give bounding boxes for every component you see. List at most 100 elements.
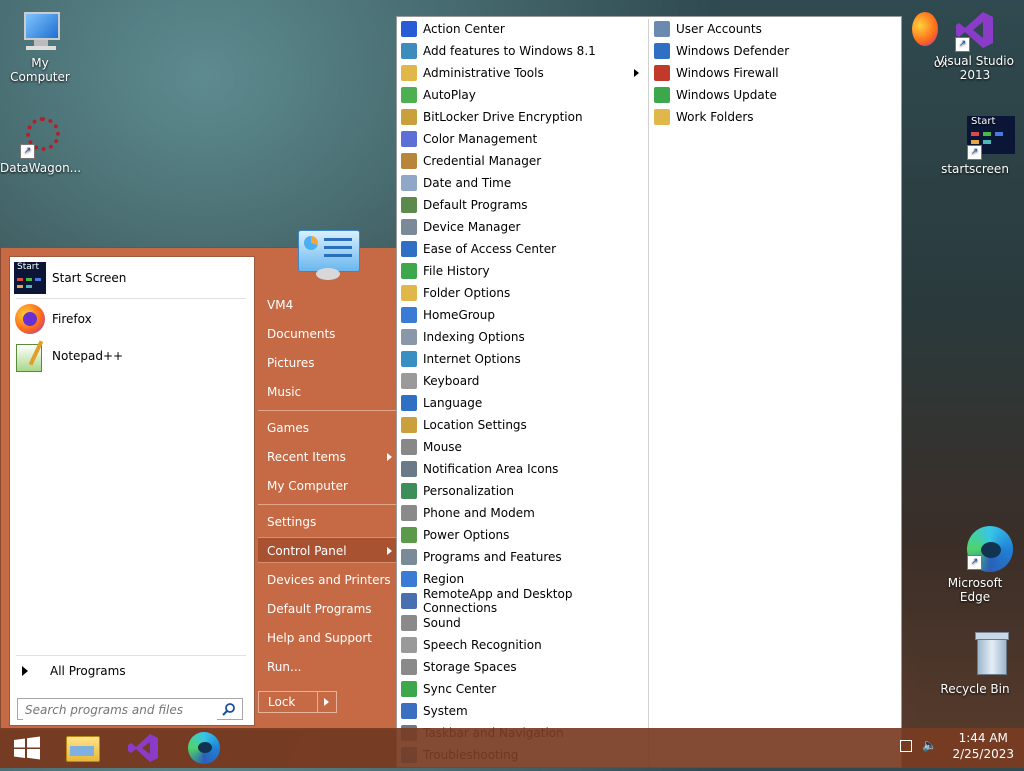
start-item-run[interactable]: Run... [258, 654, 398, 680]
start-item-games[interactable]: Games [258, 415, 398, 441]
cp-item-add-features-to-windows-8-1[interactable]: Add features to Windows 8.1 [401, 40, 645, 62]
taskbar-file-explorer[interactable] [54, 728, 110, 768]
cp-item-homegroup[interactable]: HomeGroup [401, 304, 645, 326]
windows-update-icon [654, 87, 670, 103]
cp-item-user-accounts[interactable]: User Accounts [654, 18, 894, 40]
cp-item-color-management[interactable]: Color Management [401, 128, 645, 150]
cp-item-remoteapp-and-desktop-connections[interactable]: RemoteApp and Desktop Connections [401, 587, 645, 615]
visual-studio-icon: ↗ [953, 8, 997, 52]
pinned-notepadpp[interactable]: Notepad++ [14, 339, 250, 373]
cp-item-sound[interactable]: Sound [401, 612, 645, 634]
network-icon[interactable] [900, 740, 912, 752]
cp-item-internet-options[interactable]: Internet Options [401, 348, 645, 370]
lock-button[interactable]: Lock [258, 691, 318, 713]
taskbar-visual-studio[interactable] [114, 728, 170, 768]
cp-item-system[interactable]: System [401, 700, 645, 722]
start-item-devices-printers[interactable]: Devices and Printers [258, 567, 398, 593]
start-item-pictures[interactable]: Pictures [258, 350, 398, 376]
search-icon[interactable] [222, 702, 236, 716]
cp-item-date-and-time[interactable]: Date and Time [401, 172, 645, 194]
cp-item-phone-and-modem[interactable]: Phone and Modem [401, 502, 645, 524]
start-menu: Start Start Screen Firefox Notepad++ All… [0, 230, 398, 730]
start-item-my-computer[interactable]: My Computer [258, 473, 398, 499]
programs-and-features-icon [401, 549, 417, 565]
cp-item-label: Language [423, 396, 483, 410]
folder-options-icon [401, 285, 417, 301]
desktop-icon-startscreen[interactable]: Start ↗ startscreen [935, 116, 1015, 176]
cp-item-label: Power Options [423, 528, 510, 542]
startscreen-icon: Start ↗ [953, 116, 1015, 160]
cp-item-action-center[interactable]: Action Center [401, 18, 645, 40]
cp-item-windows-defender[interactable]: Windows Defender [654, 40, 894, 62]
start-item-control-panel[interactable]: Control Panel [258, 537, 398, 563]
cp-item-keyboard[interactable]: Keyboard [401, 370, 645, 392]
start-item-default-programs[interactable]: Default Programs [258, 596, 398, 622]
clock[interactable]: 1:44 AM 2/25/2023 [952, 730, 1014, 762]
language-icon [401, 395, 417, 411]
desktop-icon-datawagon[interactable]: ↗ DataWagon... [0, 115, 81, 175]
clock-date: 2/25/2023 [952, 747, 1014, 761]
cp-item-administrative-tools[interactable]: Administrative Tools [401, 62, 645, 84]
windows-defender-icon [654, 43, 670, 59]
chevron-right-icon [324, 698, 329, 706]
cp-item-personalization[interactable]: Personalization [401, 480, 645, 502]
internet-options-icon [401, 351, 417, 367]
system-icon [401, 703, 417, 719]
cp-item-bitlocker-drive-encryption[interactable]: BitLocker Drive Encryption [401, 106, 645, 128]
cp-item-mouse[interactable]: Mouse [401, 436, 645, 458]
volume-icon[interactable]: 🔈 [922, 738, 937, 752]
shortcut-arrow-icon: ↗ [955, 37, 970, 52]
cp-item-label: Sync Center [423, 682, 497, 696]
cp-item-file-history[interactable]: File History [401, 260, 645, 282]
cp-item-language[interactable]: Language [401, 392, 645, 414]
start-item-help-support[interactable]: Help and Support [258, 625, 398, 651]
cp-item-power-options[interactable]: Power Options [401, 524, 645, 546]
start-button[interactable] [0, 728, 56, 768]
cp-item-windows-update[interactable]: Windows Update [654, 84, 894, 106]
cp-item-ease-of-access-center[interactable]: Ease of Access Center [401, 238, 645, 260]
power-options-icon [401, 527, 417, 543]
control-panel-submenu: Action Center Add features to Windows 8.1… [396, 16, 902, 768]
search-box[interactable] [17, 698, 243, 720]
autoplay-icon [401, 87, 417, 103]
cp-item-work-folders[interactable]: Work Folders [654, 106, 894, 128]
all-programs-button[interactable]: All Programs [18, 661, 248, 681]
desktop-icon-visual-studio[interactable]: ↗ Visual Studio 2013 [935, 8, 1015, 82]
cp-item-location-settings[interactable]: Location Settings [401, 414, 645, 436]
start-item-music[interactable]: Music [258, 379, 398, 405]
pinned-label: Notepad++ [52, 349, 124, 363]
cp-item-label: Credential Manager [423, 154, 542, 168]
bitlocker-drive-encryption-icon [401, 109, 417, 125]
cp-item-programs-and-features[interactable]: Programs and Features [401, 546, 645, 568]
cp-item-speech-recognition[interactable]: Speech Recognition [401, 634, 645, 656]
desktop-icon-edge[interactable]: ↗ Microsoft Edge [935, 526, 1015, 604]
start-item-documents[interactable]: Documents [258, 321, 398, 347]
shortcut-arrow-icon: ↗ [20, 144, 35, 159]
cp-item-sync-center[interactable]: Sync Center [401, 678, 645, 700]
cp-item-label: Color Management [423, 132, 538, 146]
search-input[interactable] [23, 700, 217, 720]
sound-icon [401, 615, 417, 631]
taskbar-edge[interactable] [176, 728, 232, 768]
cp-item-credential-manager[interactable]: Credential Manager [401, 150, 645, 172]
cp-item-device-manager[interactable]: Device Manager [401, 216, 645, 238]
start-screen-tile-text: Start [17, 262, 39, 272]
cp-item-notification-area-icons[interactable]: Notification Area Icons [401, 458, 645, 480]
desktop-icon-recycle-bin[interactable]: Recycle Bin [935, 630, 1015, 696]
cp-item-windows-firewall[interactable]: Windows Firewall [654, 62, 894, 84]
start-item-recent-items[interactable]: Recent Items [258, 444, 398, 470]
cp-item-default-programs[interactable]: Default Programs [401, 194, 645, 216]
start-item-vm4[interactable]: VM4 [258, 292, 398, 318]
cp-item-folder-options[interactable]: Folder Options [401, 282, 645, 304]
location-settings-icon [401, 417, 417, 433]
cp-item-storage-spaces[interactable]: Storage Spaces [401, 656, 645, 678]
start-item-settings[interactable]: Settings [258, 509, 398, 535]
cp-item-indexing-options[interactable]: Indexing Options [401, 326, 645, 348]
desktop-icon-my-computer[interactable]: My Computer [0, 10, 80, 84]
pinned-firefox[interactable]: Firefox [14, 302, 250, 336]
cp-item-autoplay[interactable]: AutoPlay [401, 84, 645, 106]
pinned-start-screen[interactable]: Start Start Screen [14, 261, 250, 295]
computer-icon [18, 10, 62, 54]
triangle-right-icon [22, 666, 28, 676]
shutdown-options-button[interactable] [317, 691, 337, 713]
